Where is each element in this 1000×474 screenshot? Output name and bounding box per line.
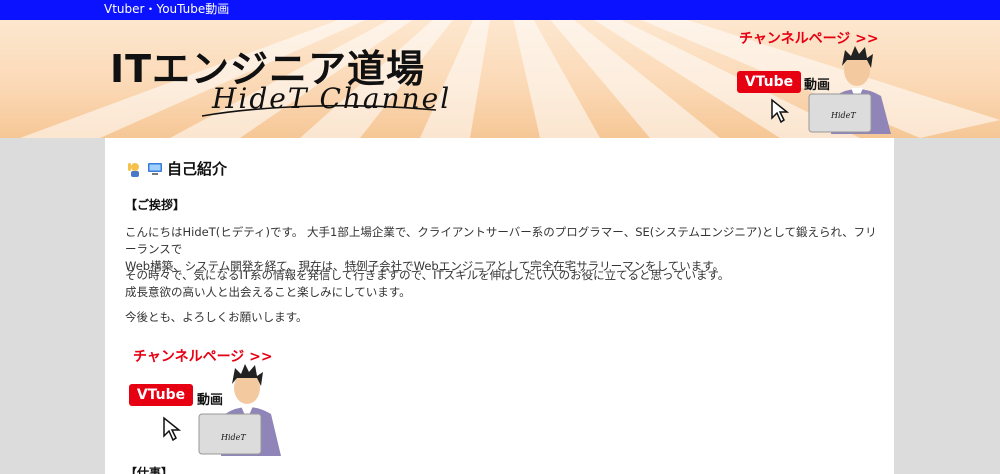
logo-swash-underline (201, 104, 437, 117)
avatar-illustration: HideT (198, 364, 281, 456)
work-heading: 【仕事】 (125, 466, 174, 474)
top-nav-bar: Vtuber・YouTube動画 (0, 0, 1000, 20)
computer-icon (148, 162, 162, 175)
closing-paragraph: 今後とも、よろしくお願いします。 (125, 310, 308, 324)
site-header: ITエンジニア道場 HideT Channel チャンネルページ >> VTub… (0, 20, 1000, 138)
mission-paragraph: その時々で、気になるIT系の情報を発信して行きますので、ITスキルを伸ばしたい人… (125, 267, 885, 301)
person-raising-hand-icon (128, 162, 139, 177)
mission-line-2: 成長意欲の高い人と出会えること楽しみにしています。 (125, 285, 411, 299)
content-vtube-badge: VTube (129, 384, 193, 406)
mission-line-1: その時々で、気になるIT系の情報を発信して行きますので、ITスキルを伸ばしたい人… (125, 268, 730, 282)
section-title: 自己紹介 (127, 158, 227, 179)
main-content: 自己紹介 【ご挨拶】 こんにちはHideT(ヒデティ)です。 大手1部上場企業で… (105, 138, 894, 474)
cursor-icon (163, 416, 182, 442)
greeting-heading: 【ご挨拶】 (125, 198, 186, 212)
intro-line-1: こんにちはHideT(ヒデティ)です。 大手1部上場企業で、クライアントサーバー… (125, 225, 877, 256)
laptop-logo-text: HideT (830, 111, 856, 120)
laptop-logo-text: HideT (220, 433, 246, 442)
header-channel-banner[interactable]: チャンネルページ >> VTube 動画 HideT (735, 24, 905, 136)
cursor-icon (771, 98, 790, 124)
avatar-illustration: HideT (808, 46, 891, 134)
nav-link-vtuber-youtube[interactable]: Vtuber・YouTube動画 (104, 0, 229, 18)
section-title-text: 自己紹介 (167, 160, 228, 178)
content-channel-banner[interactable]: チャンネルページ >> VTube 動画 HideT (127, 340, 297, 458)
header-vtube-badge: VTube (737, 71, 801, 93)
